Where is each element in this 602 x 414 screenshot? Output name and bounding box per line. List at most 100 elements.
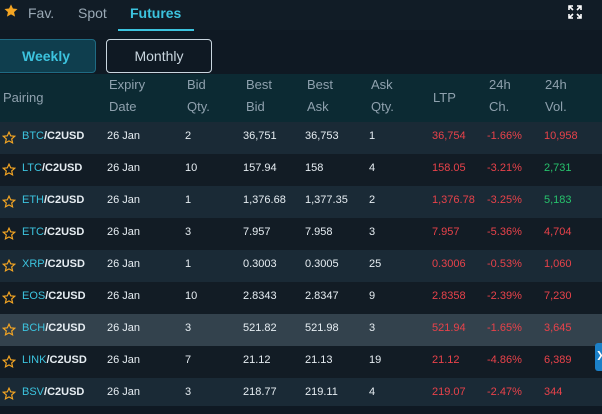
header-best-ask[interactable]: Best Ask xyxy=(307,74,333,118)
pair-base: LTC xyxy=(22,162,42,174)
ask-qty-cell: 4 xyxy=(369,386,376,398)
volume-cell: 6,389 xyxy=(544,354,572,366)
pair-base: EOS xyxy=(22,290,46,302)
ltp-cell: 219.07 xyxy=(432,386,466,398)
header-expiry-date[interactable]: Expiry Date xyxy=(109,74,145,118)
best-ask-cell: 158 xyxy=(305,162,324,174)
side-panel-handle[interactable]: ❯ xyxy=(595,343,602,371)
pair-quote: /C2USD xyxy=(44,226,85,238)
header-24h-change[interactable]: 24h Ch. xyxy=(489,74,511,118)
star-icon[interactable] xyxy=(2,259,16,273)
star-icon[interactable] xyxy=(3,3,19,19)
change-cell: -3.25% xyxy=(487,194,522,206)
change-cell: -0.53% xyxy=(487,258,522,270)
ask-qty-cell: 3 xyxy=(369,226,376,238)
expiry-cell: 26 Jan xyxy=(107,258,141,270)
bid-qty-cell: 3 xyxy=(185,386,192,398)
volume-cell: 10,958 xyxy=(544,130,578,142)
best-bid-cell: 521.82 xyxy=(243,322,277,334)
pair-quote: /C2USD xyxy=(44,130,85,142)
pairing-cell[interactable]: ETH/C2USD xyxy=(22,194,84,206)
expiry-cell: 26 Jan xyxy=(107,322,141,334)
best-ask-cell: 0.3005 xyxy=(305,258,339,270)
best-ask-cell: 36,753 xyxy=(305,130,339,142)
change-cell: -4.86% xyxy=(487,354,522,366)
ltp-cell: 0.3006 xyxy=(432,258,466,270)
star-icon[interactable] xyxy=(2,355,16,369)
best-bid-cell: 1,376.68 xyxy=(243,194,286,206)
monthly-toggle[interactable]: Monthly xyxy=(106,39,212,73)
star-icon[interactable] xyxy=(2,131,16,145)
pairing-cell[interactable]: XRP/C2USD xyxy=(22,258,85,270)
tab-spot[interactable]: Spot xyxy=(78,5,107,21)
pairing-cell[interactable]: BCH/C2USD xyxy=(22,322,86,334)
expiry-cell: 26 Jan xyxy=(107,290,141,302)
table-row[interactable]: EOS/C2USD 26 Jan 10 2.8343 2.8347 9 2.8358 -2.3… xyxy=(0,282,602,314)
pair-base: ETC xyxy=(22,226,44,238)
table-row[interactable]: BTC/C2USD 26 Jan 2 36,751 36,753 1 36,754 -1.66… xyxy=(0,122,602,154)
pairing-cell[interactable]: BTC/C2USD xyxy=(22,130,84,142)
bid-qty-cell: 3 xyxy=(185,322,192,334)
bid-qty-cell: 10 xyxy=(185,162,198,174)
star-icon[interactable] xyxy=(2,163,16,177)
pairing-cell[interactable]: LTC/C2USD xyxy=(22,162,82,174)
expand-icon[interactable] xyxy=(567,4,583,20)
table-row[interactable]: LTC/C2USD 26 Jan 10 157.94 158 4 158.05 -3.21% 2… xyxy=(0,154,602,186)
ltp-cell: 2.8358 xyxy=(432,290,466,302)
ask-qty-cell: 19 xyxy=(369,354,382,366)
pairing-cell[interactable]: LINK/C2USD xyxy=(22,354,87,366)
star-icon[interactable] xyxy=(2,227,16,241)
change-cell: -2.39% xyxy=(487,290,522,302)
header-bid-qty[interactable]: Bid Qty. xyxy=(187,74,210,118)
star-icon[interactable] xyxy=(2,323,16,337)
star-icon[interactable] xyxy=(2,387,16,401)
header-ltp[interactable]: LTP xyxy=(433,87,456,109)
best-ask-cell: 219.11 xyxy=(305,386,338,398)
pair-quote: /C2USD xyxy=(46,354,87,366)
tab-futures[interactable]: Futures xyxy=(130,5,181,21)
expiry-cell: 26 Jan xyxy=(107,226,141,238)
pairing-cell[interactable]: ETC/C2USD xyxy=(22,226,84,238)
pair-base: BTC xyxy=(22,130,44,142)
ask-qty-cell: 4 xyxy=(369,162,376,174)
table-row[interactable]: ETC/C2USD 26 Jan 3 7.957 7.958 3 7.957 -5.36% 4,… xyxy=(0,218,602,250)
volume-cell: 1,060 xyxy=(544,258,572,270)
active-tab-indicator xyxy=(118,29,194,31)
tab-fav[interactable]: Fav. xyxy=(28,5,54,21)
best-ask-cell: 2.8347 xyxy=(305,290,339,302)
header-24h-volume[interactable]: 24h Vol. xyxy=(545,74,567,118)
header-ask-qty[interactable]: Ask Qty. xyxy=(371,74,394,118)
pair-quote: /C2USD xyxy=(45,322,86,334)
pairing-cell[interactable]: EOS/C2USD xyxy=(22,290,86,302)
star-icon[interactable] xyxy=(2,195,16,209)
pairing-cell[interactable]: BSV/C2USD xyxy=(22,386,84,398)
pair-base: BSV xyxy=(22,386,45,398)
table-row[interactable]: LINK/C2USD 26 Jan 7 21.12 21.13 19 21.12 -4.86%… xyxy=(0,346,602,378)
weekly-toggle[interactable]: Weekly xyxy=(0,39,96,73)
best-bid-cell: 218.77 xyxy=(243,386,277,398)
best-bid-cell: 21.12 xyxy=(243,354,271,366)
pair-quote: /C2USD xyxy=(41,162,83,174)
best-bid-cell: 2.8343 xyxy=(243,290,277,302)
table-row[interactable]: XRP/C2USD 26 Jan 1 0.3003 0.3005 25 0.3006 -0.5… xyxy=(0,250,602,282)
table-row[interactable]: BCH/C2USD 26 Jan 3 521.82 521.98 3 521.94 -1.65… xyxy=(0,314,602,346)
pair-base: BCH xyxy=(22,322,46,334)
header-pairing[interactable]: Pairing xyxy=(3,87,43,109)
best-bid-cell: 157.94 xyxy=(243,162,277,174)
expiry-cell: 26 Jan xyxy=(107,194,141,206)
ask-qty-cell: 25 xyxy=(369,258,382,270)
ltp-cell: 521.94 xyxy=(432,322,466,334)
ltp-cell: 158.05 xyxy=(432,162,466,174)
ltp-cell: 7.957 xyxy=(432,226,460,238)
bid-qty-cell: 7 xyxy=(185,354,192,366)
star-icon[interactable] xyxy=(2,291,16,305)
table-row[interactable]: ETH/C2USD 26 Jan 1 1,376.68 1,377.35 2 1,376.7… xyxy=(0,186,602,218)
best-ask-cell: 521.98 xyxy=(305,322,339,334)
volume-cell: 5,183 xyxy=(544,194,572,206)
expiry-cell: 26 Jan xyxy=(107,386,141,398)
pair-base: XRP xyxy=(22,258,45,270)
volume-cell: 7,230 xyxy=(544,290,572,302)
pair-quote: /C2USD xyxy=(44,258,85,270)
bid-qty-cell: 2 xyxy=(185,130,192,142)
header-best-bid[interactable]: Best Bid xyxy=(246,74,272,118)
